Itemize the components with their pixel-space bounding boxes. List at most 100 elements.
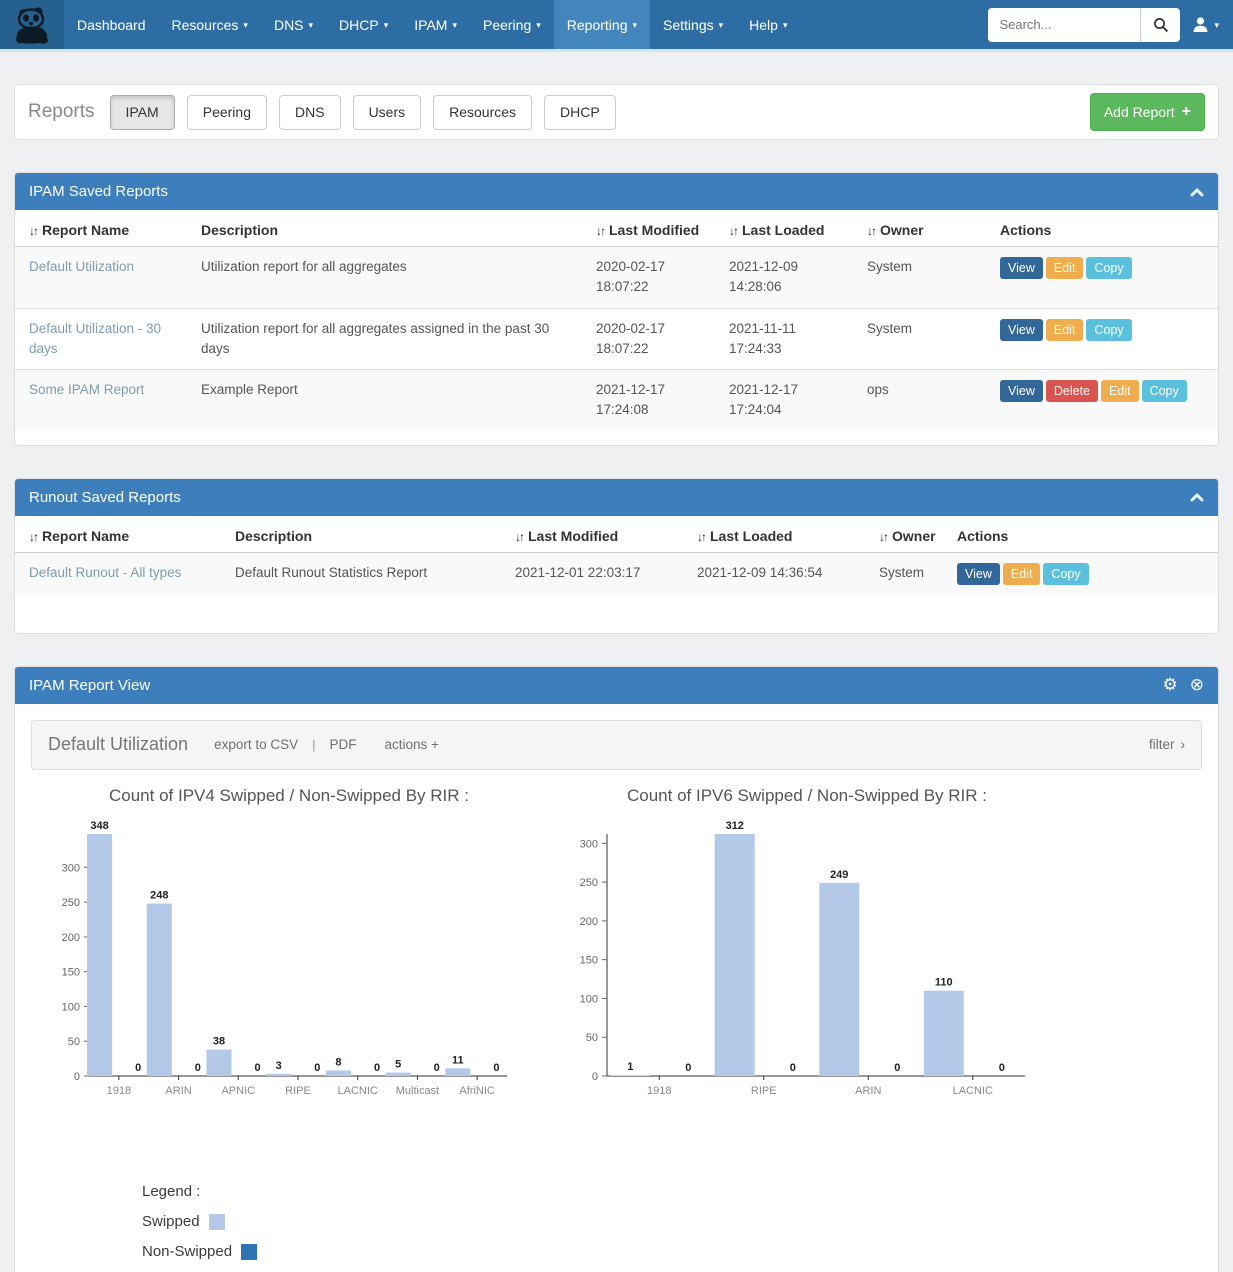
export-csv-link[interactable]: export to CSV (214, 737, 298, 752)
svg-text:RIPE: RIPE (751, 1085, 777, 1097)
actions-menu-link[interactable]: actions + (385, 737, 439, 752)
nav-item-dhcp[interactable]: DHCP▾ (326, 0, 401, 49)
current-report-name: Default Utilization (48, 734, 188, 755)
tab-users[interactable]: Users (353, 95, 422, 130)
column-header-report-name[interactable]: ↓↑Report Name (15, 516, 227, 553)
column-header-last-modified[interactable]: ↓↑Last Modified (588, 210, 721, 247)
add-report-button[interactable]: Add Report + (1090, 93, 1205, 131)
sort-icon: ↓↑ (596, 224, 604, 238)
navbar-right: ▾ (988, 0, 1233, 49)
report-name-link[interactable]: Default Runout - All types (29, 565, 181, 580)
collapse-chevron-up-icon[interactable] (1190, 187, 1204, 197)
view-button[interactable]: View (1000, 319, 1043, 341)
report-name-link[interactable]: Default Utilization (29, 259, 134, 274)
column-header-owner[interactable]: ↓↑Owner (871, 516, 949, 553)
column-header-actions: Actions (949, 516, 1218, 553)
view-button[interactable]: View (957, 563, 1000, 585)
ipv4-chart-block: Count of IPV4 Swipped / Non-Swipped By R… (39, 786, 539, 1125)
tab-dns[interactable]: DNS (279, 95, 341, 130)
column-header-actions: Actions (992, 210, 1218, 247)
cell-description: Utilization report for all aggregates as… (193, 308, 588, 370)
report-name-link[interactable]: Default Utilization - 30 days (29, 321, 161, 356)
column-header-report-name[interactable]: ↓↑Report Name (15, 210, 193, 247)
view-button[interactable]: View (1000, 257, 1043, 279)
panda-icon (11, 6, 53, 44)
svg-text:200: 200 (62, 931, 80, 943)
legend-label: Swipped (142, 1213, 200, 1230)
svg-text:348: 348 (90, 820, 108, 832)
svg-text:0: 0 (493, 1062, 499, 1074)
search-input[interactable] (988, 8, 1140, 42)
tab-ipam[interactable]: IPAM (110, 95, 175, 130)
svg-text:100: 100 (62, 1001, 80, 1013)
svg-text:ARIN: ARIN (165, 1085, 191, 1097)
table-row: Default Runout - All typesDefault Runout… (15, 552, 1218, 595)
tab-resources[interactable]: Resources (433, 95, 532, 130)
search-button[interactable] (1140, 8, 1180, 42)
nav-item-dns[interactable]: DNS▾ (261, 0, 326, 49)
nav-item-help[interactable]: Help▾ (736, 0, 800, 49)
nav-item-ipam[interactable]: IPAM▾ (401, 0, 470, 49)
ipam-report-view-panel: IPAM Report View ⚙ ⊗ Default Utilization… (14, 666, 1219, 1272)
column-header-last-loaded[interactable]: ↓↑Last Loaded (721, 210, 859, 247)
nav-item-dashboard[interactable]: Dashboard (64, 0, 159, 49)
svg-text:0: 0 (255, 1062, 261, 1074)
svg-text:110: 110 (935, 976, 953, 988)
column-header-last-modified[interactable]: ↓↑Last Modified (507, 516, 689, 553)
legend-label: Non-Swipped (142, 1243, 232, 1260)
copy-button[interactable]: Copy (1086, 257, 1131, 279)
svg-text:LACNIC: LACNIC (338, 1085, 378, 1097)
svg-text:50: 50 (68, 1036, 80, 1048)
cell-actions: ViewEditCopy (949, 552, 1218, 595)
view-button[interactable]: View (1000, 380, 1043, 402)
edit-button[interactable]: Edit (1046, 257, 1084, 279)
tab-dhcp[interactable]: DHCP (544, 95, 616, 130)
chevron-right-icon: › (1181, 737, 1186, 752)
sort-icon: ↓↑ (29, 224, 37, 238)
gear-icon[interactable]: ⚙ (1163, 675, 1178, 695)
svg-text:150: 150 (580, 954, 598, 966)
copy-button[interactable]: Copy (1142, 380, 1187, 402)
nav-item-resources[interactable]: Resources▾ (159, 0, 261, 49)
nav-item-label: Help (749, 17, 778, 33)
nav-item-label: Settings (663, 17, 714, 33)
report-name-link[interactable]: Some IPAM Report (29, 382, 144, 397)
edit-button[interactable]: Edit (1101, 380, 1139, 402)
copy-button[interactable]: Copy (1086, 319, 1131, 341)
column-header-description: Description (227, 516, 507, 553)
separator: | (312, 737, 315, 752)
cell-description: Example Report (193, 370, 588, 431)
nav-item-peering[interactable]: Peering▾ (470, 0, 554, 49)
column-header-owner[interactable]: ↓↑Owner (859, 210, 992, 247)
svg-text:200: 200 (580, 915, 598, 927)
copy-button[interactable]: Copy (1043, 563, 1088, 585)
edit-button[interactable]: Edit (1003, 563, 1041, 585)
ipv6-chart-block: Count of IPV6 Swipped / Non-Swipped By R… (557, 786, 1057, 1125)
delete-button[interactable]: Delete (1046, 380, 1098, 402)
collapse-chevron-up-icon[interactable] (1190, 492, 1204, 502)
panel-title: IPAM Saved Reports (29, 183, 168, 200)
svg-text:0: 0 (74, 1071, 80, 1083)
nav-item-reporting[interactable]: Reporting ▾ (554, 0, 650, 49)
nav-item-label: Reporting (567, 17, 628, 33)
close-icon[interactable]: ⊗ (1190, 675, 1204, 695)
filter-label: filter (1149, 737, 1175, 752)
svg-text:RIPE: RIPE (285, 1085, 311, 1097)
column-header-last-loaded[interactable]: ↓↑Last Loaded (689, 516, 871, 553)
svg-text:APNIC: APNIC (221, 1085, 255, 1097)
app-logo[interactable] (0, 0, 64, 49)
chevron-down-icon: ▾ (632, 20, 637, 31)
svg-text:0: 0 (999, 1062, 1005, 1074)
export-pdf-link[interactable]: PDF (330, 737, 357, 752)
filter-toggle[interactable]: filter › (1149, 737, 1185, 752)
sort-icon: ↓↑ (29, 530, 37, 544)
sort-icon: ↓↑ (697, 530, 705, 544)
nav-item-settings[interactable]: Settings▾ (650, 0, 736, 49)
chevron-down-icon: ▾ (309, 20, 314, 31)
reports-title: Reports (28, 101, 95, 123)
tab-peering[interactable]: Peering (187, 95, 267, 130)
svg-text:1918: 1918 (647, 1085, 671, 1097)
plus-icon: + (1182, 103, 1191, 121)
edit-button[interactable]: Edit (1046, 319, 1084, 341)
user-menu[interactable]: ▾ (1192, 16, 1219, 33)
